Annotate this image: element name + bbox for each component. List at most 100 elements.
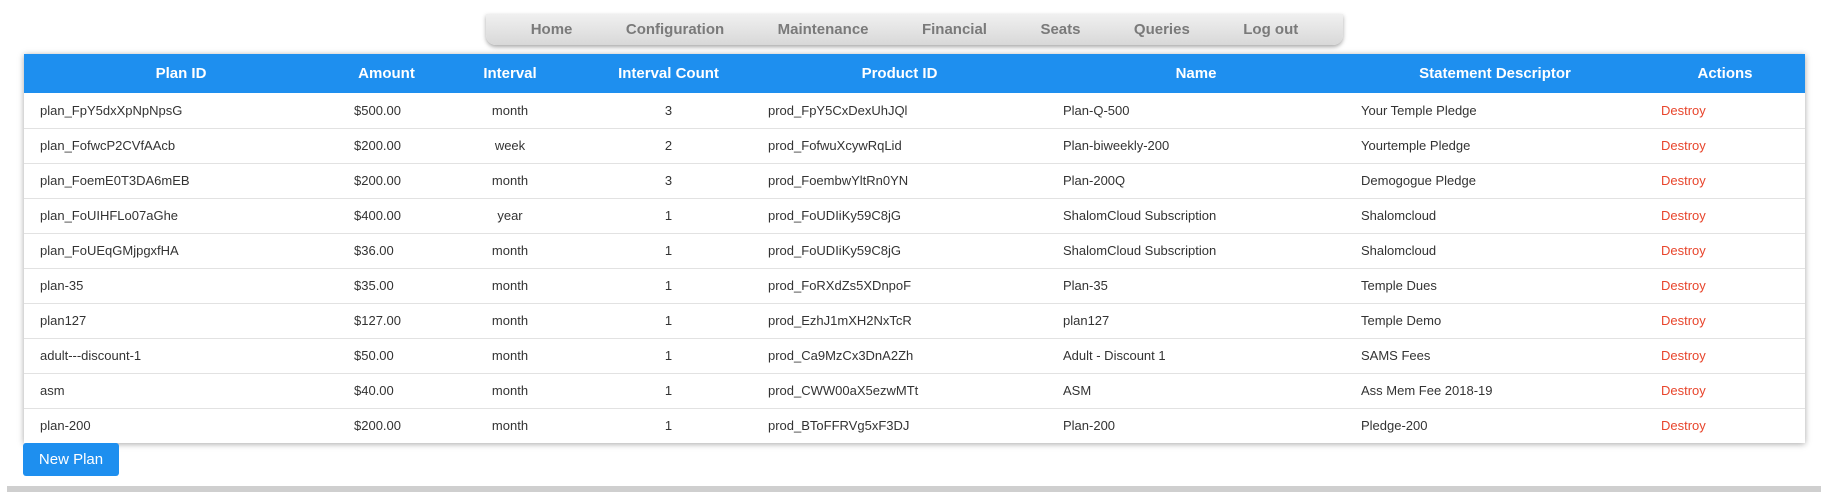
cell-interval-count: 3 [664, 102, 673, 118]
cell-interval: month [491, 278, 529, 293]
header-product-id: Product ID [861, 65, 938, 82]
horizontal-scrollbar[interactable] [7, 486, 1821, 492]
cell-product-id: prod_FpY5CxDexUhJQl [768, 102, 908, 118]
table-row: adult---discount-1 $50.00 month 1 prod_C… [24, 338, 1805, 373]
cell-plan-id: plan-200 [40, 418, 91, 434]
nav-financial[interactable]: Financial [922, 21, 987, 38]
cell-amount: $127.00 [354, 313, 401, 328]
cell-interval-count: 2 [664, 138, 673, 153]
plans-table-panel: Plan ID Amount Interval Interval Count P… [24, 54, 1805, 443]
table-row: plan_FoUEqGMjpgxfHA $36.00 month 1 prod_… [24, 233, 1805, 268]
cell-interval-count: 1 [664, 243, 673, 258]
cell-interval: week [494, 138, 526, 153]
destroy-link[interactable]: Destroy [1645, 93, 1805, 128]
plans-table: Plan ID Amount Interval Interval Count P… [24, 54, 1805, 443]
cell-statement-descriptor: Shalomcloud [1361, 208, 1437, 223]
cell-statement-descriptor: SAMS Fees [1361, 348, 1431, 363]
cell-amount: $36.00 [354, 243, 394, 258]
header-interval-count: Interval Count [618, 65, 719, 82]
destroy-link[interactable]: Destroy [1645, 233, 1805, 268]
table-row: plan-35 $35.00 month 1 prod_FoRXdZs5XDnp… [24, 268, 1805, 303]
cell-product-id: prod_FoembwYltRn0YN [768, 173, 909, 188]
cell-statement-descriptor: Yourtemple Pledge [1361, 138, 1471, 153]
nav-home[interactable]: Home [531, 21, 573, 38]
cell-amount: $200.00 [354, 418, 401, 434]
table-row: asm $40.00 month 1 prod_CWW00aX5ezwMTt A… [24, 373, 1805, 408]
destroy-link[interactable]: Destroy [1645, 198, 1805, 233]
cell-interval-count: 1 [664, 383, 673, 398]
header-statement-descriptor: Statement Descriptor [1419, 65, 1571, 82]
cell-interval: month [491, 313, 529, 328]
top-nav: Home Configuration Maintenance Financial… [486, 14, 1343, 45]
cell-name: plan127 [1063, 313, 1110, 328]
cell-name: Adult - Discount 1 [1063, 348, 1166, 363]
cell-plan-id: asm [40, 383, 65, 398]
table-row: plan_FpY5dxXpNpNpsG $500.00 month 3 prod… [24, 93, 1805, 128]
cell-interval: month [491, 418, 529, 434]
header-amount: Amount [358, 65, 415, 82]
destroy-link[interactable]: Destroy [1645, 303, 1805, 338]
table-header-row: Plan ID Amount Interval Interval Count P… [24, 54, 1805, 93]
cell-product-id: prod_CWW00aX5ezwMTt [768, 383, 919, 398]
table-row: plan127 $127.00 month 1 prod_EzhJ1mXH2Nx… [24, 303, 1805, 338]
cell-statement-descriptor: Your Temple Pledge [1361, 102, 1477, 118]
cell-plan-id: plan-35 [40, 278, 84, 293]
cell-plan-id: plan127 [40, 313, 87, 328]
cell-product-id: prod_BToFFRVg5xF3DJ [768, 418, 910, 434]
nav-queries[interactable]: Queries [1134, 21, 1190, 38]
cell-statement-descriptor: Temple Demo [1361, 313, 1442, 328]
cell-plan-id: plan_FoUEqGMjpgxfHA [40, 243, 179, 258]
cell-amount: $50.00 [354, 348, 394, 363]
cell-interval-count: 1 [664, 313, 673, 328]
cell-name: Plan-35 [1063, 278, 1108, 293]
nav-seats[interactable]: Seats [1040, 21, 1080, 38]
cell-plan-id: plan_FoemE0T3DA6mEB [40, 173, 190, 188]
cell-plan-id: plan_FoUIHFLo07aGhe [40, 208, 179, 223]
cell-interval: month [491, 173, 529, 188]
cell-product-id: prod_FoUDIiKy59C8jG [768, 243, 901, 258]
table-body: plan_FpY5dxXpNpNpsG $500.00 month 3 prod… [24, 93, 1805, 443]
cell-amount: $500.00 [354, 102, 401, 118]
cell-name: Plan-200Q [1063, 173, 1126, 188]
cell-name: Plan-biweekly-200 [1063, 138, 1170, 153]
destroy-link[interactable]: Destroy [1645, 338, 1805, 373]
cell-interval: month [491, 348, 529, 363]
destroy-link[interactable]: Destroy [1645, 408, 1805, 443]
cell-amount: $400.00 [354, 208, 401, 223]
header-plan-id: Plan ID [155, 65, 207, 82]
new-plan-button[interactable]: New Plan [23, 443, 119, 476]
cell-plan-id: plan_FpY5dxXpNpNpsG [40, 102, 183, 118]
table-row: plan_FoUIHFLo07aGhe $400.00 year 1 prod_… [24, 198, 1805, 233]
table-row: plan_FoemE0T3DA6mEB $200.00 month 3 prod… [24, 163, 1805, 198]
cell-amount: $35.00 [354, 278, 394, 293]
cell-plan-id: adult---discount-1 [40, 348, 142, 363]
cell-product-id: prod_FoUDIiKy59C8jG [768, 208, 901, 223]
cell-plan-id: plan_FofwcP2CVfAAcb [40, 138, 176, 153]
destroy-link[interactable]: Destroy [1645, 128, 1805, 163]
header-interval: Interval [483, 65, 537, 82]
header-actions: Actions [1697, 65, 1753, 82]
cell-interval-count: 3 [664, 173, 673, 188]
destroy-link[interactable]: Destroy [1645, 373, 1805, 408]
cell-statement-descriptor: Demogogue Pledge [1361, 173, 1476, 188]
cell-interval-count: 1 [664, 278, 673, 293]
table-row: plan_FofwcP2CVfAAcb $200.00 week 2 prod_… [24, 128, 1805, 163]
cell-name: ASM [1063, 383, 1092, 398]
cell-name: Plan-200 [1063, 418, 1116, 434]
cell-name: ShalomCloud Subscription [1063, 208, 1217, 223]
cell-statement-descriptor: Shalomcloud [1361, 243, 1437, 258]
cell-amount: $200.00 [354, 138, 401, 153]
cell-name: Plan-Q-500 [1063, 102, 1130, 118]
nav-log-out[interactable]: Log out [1243, 21, 1298, 38]
table-row: plan-200 $200.00 month 1 prod_BToFFRVg5x… [24, 408, 1805, 443]
cell-product-id: prod_FofwuXcywRqLid [768, 138, 902, 153]
cell-statement-descriptor: Pledge-200 [1361, 418, 1428, 434]
nav-maintenance[interactable]: Maintenance [778, 21, 869, 38]
cell-interval: year [497, 208, 523, 223]
nav-configuration[interactable]: Configuration [626, 21, 724, 38]
destroy-link[interactable]: Destroy [1645, 268, 1805, 303]
cell-amount: $200.00 [354, 173, 401, 188]
cell-name: ShalomCloud Subscription [1063, 243, 1217, 258]
destroy-link[interactable]: Destroy [1645, 163, 1805, 198]
cell-statement-descriptor: Temple Dues [1361, 278, 1437, 293]
